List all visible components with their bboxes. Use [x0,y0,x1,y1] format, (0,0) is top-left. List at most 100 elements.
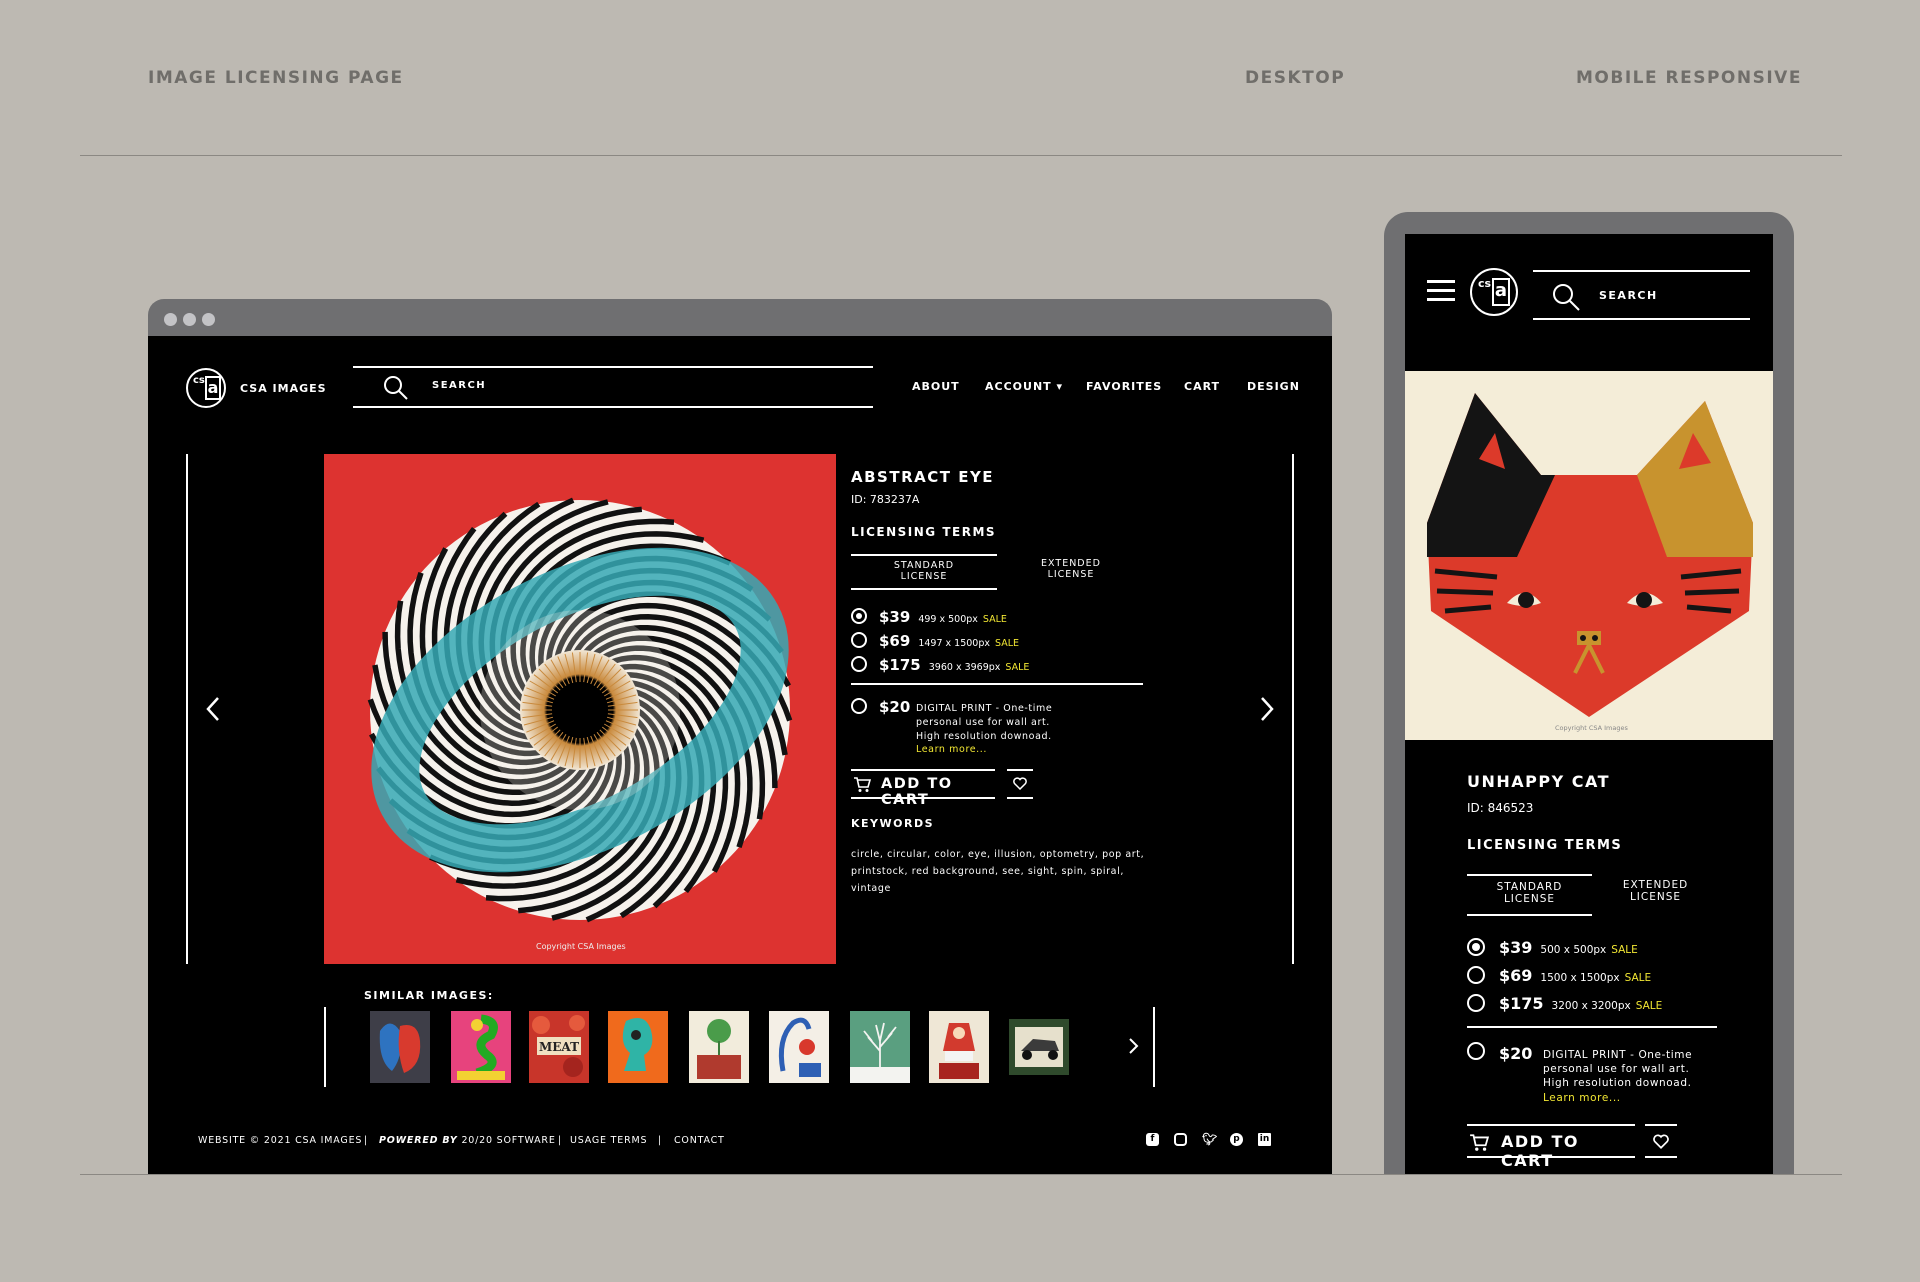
similar-image-thumb[interactable] [850,1011,910,1083]
search-bar[interactable]: SEARCH [353,366,873,408]
instagram-icon[interactable] [1174,1133,1187,1146]
price-option-radio[interactable] [1467,938,1485,956]
similar-left-line [324,1007,326,1087]
meat-art: MEAT [532,1015,585,1077]
price-option[interactable]: $175 3200 x 3200px SALE [1499,994,1662,1013]
svg-text:MEAT: MEAT [539,1040,579,1054]
price-option-radio[interactable] [851,656,867,672]
similar-images-heading: SIMILAR IMAGES: [364,989,494,1002]
carousel-left-line [186,454,188,964]
csa-logo-icon[interactable]: cs a [1470,268,1518,316]
brand-name: CSA IMAGES [240,382,327,395]
price-option-radio[interactable] [851,608,867,624]
cat-face-art [1427,393,1753,717]
footer-contact[interactable]: CONTACT [674,1135,725,1146]
logo-cs: cs [1478,277,1492,290]
footer-powered-by[interactable]: POWERED BY 20/20 SOFTWARE [379,1135,556,1146]
digital-print-price[interactable]: $20 [879,698,910,716]
window-dot[interactable] [183,313,196,326]
tab-standard-license[interactable]: STANDARD LICENSE [851,554,997,590]
add-to-cart-button[interactable]: ADD TO CART [1467,1124,1635,1170]
teal-bust-art [622,1018,653,1071]
logo-cs: cs [193,375,205,386]
tab-standard-license[interactable]: STANDARD LICENSE [1467,874,1592,916]
csa-logo-icon[interactable]: cs a [186,368,226,408]
heart-icon [1013,777,1027,791]
price-option-radio[interactable] [1467,994,1485,1012]
facebook-icon[interactable]: f [1146,1133,1159,1146]
nav-cart[interactable]: CART [1184,380,1220,393]
tab-extended-license[interactable]: EXTENDED LICENSE [998,554,1144,595]
footer-copyright: WEBSITE © 2021 CSA IMAGES [198,1135,363,1146]
window-dot[interactable] [202,313,215,326]
santa-art [939,1023,979,1079]
footer-separator: | [558,1135,563,1146]
footer-usage-terms[interactable]: USAGE TERMS [570,1135,647,1146]
window-dot[interactable] [164,313,177,326]
footer-separator: | [658,1135,663,1146]
digital-print-radio[interactable] [1467,1042,1485,1060]
price-option[interactable]: $39 499 x 500px SALE [879,608,1007,626]
similar-image-thumb[interactable]: MEAT [529,1011,589,1083]
digital-print-price[interactable]: $20 [1499,1044,1532,1063]
learn-more-link[interactable]: Learn more... [916,743,1052,757]
abstract-eye-image[interactable]: Copyright CSA Images [324,454,836,964]
price-option[interactable]: $69 1500 x 1500px SALE [1499,966,1651,985]
linkedin-icon[interactable]: in [1258,1133,1271,1146]
mobile-search-bar[interactable]: SEARCH [1533,270,1750,320]
tab-extended-license[interactable]: EXTENDED LICENSE [1593,874,1718,921]
product-title: ABSTRACT EYE [851,468,995,486]
pinterest-icon[interactable]: p [1230,1133,1243,1146]
nav-design[interactable]: DESIGN [1247,380,1300,393]
similar-image-thumb[interactable] [451,1011,511,1083]
add-to-cart-button[interactable]: ADD TO CART [851,769,995,808]
plant-pot-art [697,1019,741,1079]
similar-image-thumb[interactable] [689,1011,749,1083]
chevron-left-icon[interactable] [204,694,222,724]
options-divider [1467,1026,1717,1028]
nav-about[interactable]: ABOUT [912,380,960,393]
hamburger-menu-icon[interactable] [1427,298,1455,301]
search-placeholder: SEARCH [1599,289,1658,302]
nav-favorites[interactable]: FAVORITES [1086,380,1162,393]
copyright-text: Copyright CSA Images [536,942,626,951]
tree-art [850,1022,910,1083]
digital-print-radio[interactable] [851,698,867,714]
product-title: UNHAPPY CAT [1467,772,1611,791]
logo-a: a [1492,278,1510,306]
keywords-heading: KEYWORDS [851,817,935,830]
hamburger-menu-icon[interactable] [1427,289,1455,292]
hamburger-menu-icon[interactable] [1427,280,1455,283]
chevron-right-icon[interactable] [1258,694,1276,724]
digital-print-description: DIGITAL PRINT - One-time personal use fo… [1543,1049,1693,1105]
desktop-browser-frame: cs a CSA IMAGES SEARCH ABOUT ACCOUNT ▾ F… [148,299,1332,1174]
footer-separator: | [364,1135,369,1146]
price-option[interactable]: $39 500 x 500px SALE [1499,938,1638,957]
product-id: ID: 846523 [1467,801,1534,815]
twitter-icon[interactable]: 🐦︎ [1202,1133,1217,1146]
price-option[interactable]: $175 3960 x 3969px SALE [879,656,1029,674]
snake-art [457,1014,505,1080]
similar-image-thumb[interactable] [929,1011,989,1083]
favorite-button[interactable] [1007,769,1033,799]
price-option[interactable]: $69 1497 x 1500px SALE [879,632,1019,650]
bull-rooster-art [379,1023,421,1073]
unhappy-cat-image[interactable]: Copyright CSA Images [1405,371,1773,740]
desktop-label: DESKTOP [1245,68,1346,88]
add-to-cart-label: ADD TO CART [881,776,953,808]
favorite-button[interactable] [1645,1124,1677,1158]
similar-next-chevron-icon[interactable] [1127,1036,1139,1056]
price-option-radio[interactable] [851,632,867,648]
copyright-text: Copyright CSA Images [1555,724,1628,732]
mobile-screen: cs a SEARCH Copyright CSA Images UNHAPPY… [1405,234,1773,1174]
cart-icon [854,777,871,792]
similar-image-thumb[interactable] [769,1011,829,1083]
nav-account[interactable]: ACCOUNT ▾ [985,380,1063,393]
keywords-list[interactable]: circle, circular, color, eye, illusion, … [851,846,1144,897]
similar-image-thumb[interactable] [370,1011,430,1083]
price-option-radio[interactable] [1467,966,1485,984]
similar-image-thumb[interactable] [608,1011,668,1083]
product-id: ID: 783237A [851,493,920,506]
learn-more-link[interactable]: Learn more... [1543,1091,1692,1105]
similar-image-thumb[interactable] [1009,1019,1069,1075]
